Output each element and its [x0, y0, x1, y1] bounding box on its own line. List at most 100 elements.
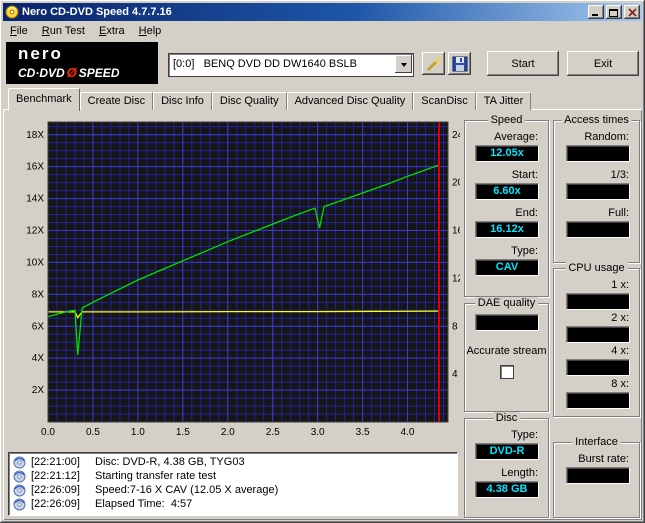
value-display: [566, 359, 630, 376]
cpu-usage-group: CPU usage 1 x: 2 x: 4 x: 8 x:: [553, 262, 640, 417]
value-display: [566, 293, 630, 310]
title-bar: Nero CD-DVD Speed 4.7.7.16: [3, 3, 642, 21]
value-display: [566, 467, 630, 484]
exit-button[interactable]: Exit: [567, 51, 639, 76]
window-title: Nero CD-DVD Speed 4.7.7.16: [22, 6, 172, 18]
value-display: 16.12x: [475, 221, 539, 238]
value-display: DVD-R: [475, 443, 539, 460]
floppy-disk-icon: [452, 56, 467, 71]
disc-icon: [13, 456, 26, 468]
tab[interactable]: ScanDisc: [413, 92, 476, 110]
svg-text:3.0: 3.0: [311, 427, 325, 438]
nero-logo: nero CD·DVD Ø SPEED: [6, 42, 158, 84]
access-times-group-title: Access times: [561, 114, 632, 126]
access-field: Full:: [554, 207, 639, 238]
drive-selector-value: [0:0] BENQ DVD DD DW1640 BSLB: [173, 58, 358, 70]
accurate-stream-checkbox[interactable]: [499, 365, 514, 379]
log-timestamp: [22:21:12]: [31, 470, 80, 482]
value-display: [566, 221, 630, 238]
svg-text:1.5: 1.5: [176, 427, 190, 438]
menu-item[interactable]: Extra: [92, 23, 132, 39]
tab[interactable]: Disc Info: [153, 92, 212, 110]
svg-text:24: 24: [452, 130, 460, 141]
disc-icon: [13, 470, 26, 482]
menu-item[interactable]: Help: [132, 23, 169, 39]
minimize-icon: [592, 13, 598, 16]
access-field: 1/3:: [554, 169, 639, 200]
close-button[interactable]: [624, 5, 640, 19]
options-button[interactable]: [422, 52, 445, 75]
svg-text:2.5: 2.5: [266, 427, 280, 438]
value-display: 4.38 GB: [475, 481, 539, 498]
menu-bar: File Run Test Extra Help: [3, 21, 642, 40]
app-disc-icon: [5, 5, 19, 19]
tab[interactable]: Create Disc: [79, 92, 154, 110]
drive-selector[interactable]: [0:0] BENQ DVD DD DW1640 BSLB: [168, 53, 414, 77]
value-display: 6.60x: [475, 183, 539, 200]
disc-field: Type: DVD-R: [465, 429, 548, 460]
access-field: Random:: [554, 131, 639, 162]
interface-field: Burst rate:: [554, 453, 639, 484]
svg-text:16: 16: [452, 226, 460, 237]
status-log[interactable]: [22:21:00] Disc: DVD-R, 4.38 GB, TYG03 […: [8, 452, 458, 516]
cpu-field: 4 x:: [554, 345, 639, 376]
cpu-field: 1 x:: [554, 279, 639, 310]
value-display: [566, 183, 630, 200]
speed-field: Start: 6.60x: [465, 169, 548, 200]
tab[interactable]: Disc Quality: [211, 92, 287, 110]
value-display: CAV: [475, 259, 539, 276]
svg-text:18X: 18X: [26, 130, 44, 141]
app-window: Nero CD-DVD Speed 4.7.7.16 File Run Test…: [0, 0, 645, 523]
chevron-down-icon: [400, 62, 407, 70]
svg-text:12X: 12X: [26, 226, 44, 237]
log-message: Starting transfer rate test: [95, 470, 217, 482]
cddvd-speed-text: CD·DVD Ø SPEED: [18, 65, 120, 80]
svg-text:2X: 2X: [32, 385, 45, 396]
cpu-field: 2 x:: [554, 312, 639, 343]
start-button[interactable]: Start: [487, 51, 559, 76]
interface-group-title: Interface: [572, 436, 621, 448]
menu-item[interactable]: Run Test: [35, 23, 92, 39]
log-entry: [22:21:00] Disc: DVD-R, 4.38 GB, TYG03: [11, 455, 457, 469]
tab[interactable]: Benchmark: [8, 88, 80, 111]
tab[interactable]: TA Jitter: [475, 92, 532, 110]
access-times-group: Access times Random: 1/3: Full:: [553, 114, 640, 263]
log-message: Disc: DVD-R, 4.38 GB, TYG03: [95, 456, 245, 468]
value-display: [566, 145, 630, 162]
tab-strip: Benchmark Create Disc Disc Info Disc Qua…: [8, 88, 532, 111]
log-timestamp: [22:21:00]: [31, 456, 80, 468]
svg-text:16X: 16X: [26, 162, 44, 173]
speed-field: Type: CAV: [465, 245, 548, 276]
interface-group: Interface Burst rate:: [553, 436, 640, 518]
value-display: 12.05x: [475, 145, 539, 162]
svg-text:0.0: 0.0: [41, 427, 55, 438]
svg-text:4.0: 4.0: [401, 427, 415, 438]
close-icon: [627, 7, 637, 17]
minimize-button[interactable]: [588, 5, 604, 19]
svg-text:14X: 14X: [26, 194, 44, 205]
svg-text:20: 20: [452, 178, 460, 189]
save-button[interactable]: [448, 52, 471, 75]
svg-text:3.5: 3.5: [356, 427, 370, 438]
drive-selector-dropdown-button[interactable]: [395, 55, 412, 73]
svg-text:6X: 6X: [32, 321, 45, 332]
speed-field: End: 16.12x: [465, 207, 548, 238]
svg-text:10X: 10X: [26, 257, 44, 268]
disc-icon: [13, 498, 26, 510]
tab[interactable]: Advanced Disc Quality: [286, 92, 414, 110]
speed-field: Average: 12.05x: [465, 131, 548, 162]
log-entry: [22:21:12] Starting transfer rate test: [11, 469, 457, 483]
dae-quality-group: DAE quality Accurate stream: [464, 297, 549, 412]
disc-icon: [13, 484, 26, 496]
disc-group: Disc Type: DVD-R Length: 4.38 GB: [464, 412, 549, 518]
log-timestamp: [22:26:09]: [31, 498, 80, 510]
benchmark-chart: 18X 16X 14X 12X 10X 8X 6X 4X 2X 24 20 16 12 8 4 0.0 0.5 1…: [26, 121, 460, 438]
dae-value-display: [475, 314, 539, 331]
menu-item[interactable]: File: [3, 23, 35, 39]
log-timestamp: [22:26:09]: [31, 484, 80, 496]
maximize-button[interactable]: [606, 5, 622, 19]
log-message: Speed:7-16 X CAV (12.05 X average): [95, 484, 279, 496]
speed-group-title: Speed: [487, 114, 526, 126]
speed-glyph-icon: Ø: [66, 65, 77, 80]
cpu-usage-group-title: CPU usage: [565, 262, 628, 274]
